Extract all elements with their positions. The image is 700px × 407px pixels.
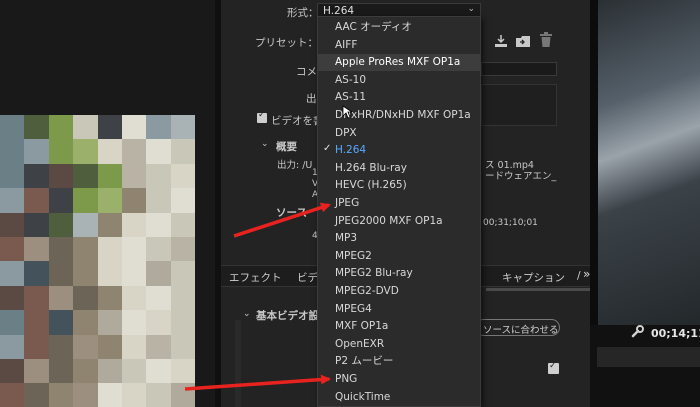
mouse-cursor-icon bbox=[342, 105, 352, 119]
arrow-to-png bbox=[184, 374, 331, 391]
arrow-to-jpeg bbox=[233, 202, 331, 238]
arrow-annotation bbox=[184, 202, 331, 391]
